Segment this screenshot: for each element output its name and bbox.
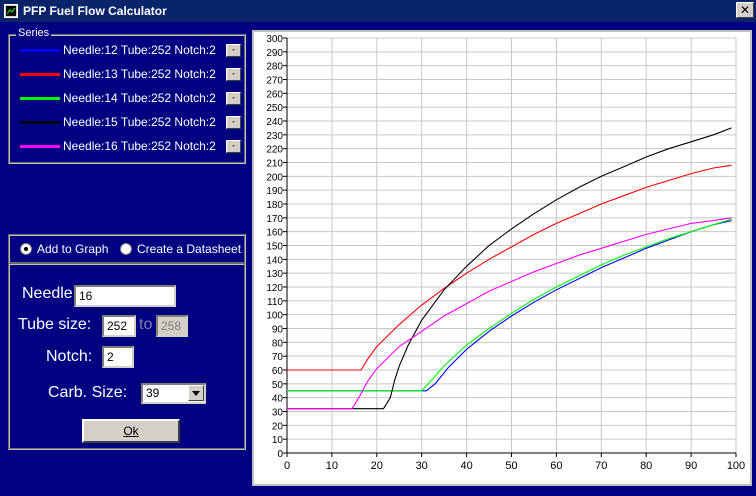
series-item: Needle:15 Tube:252 Notch:2 -: [20, 114, 245, 130]
y-tick-label: 250: [266, 103, 283, 114]
remove-series-button[interactable]: -: [226, 139, 241, 153]
y-tick-label: 110: [267, 297, 283, 308]
carb-size-label: Carb. Size:: [48, 384, 128, 401]
series-line-4: [287, 217, 732, 410]
x-tick-label: 90: [685, 460, 697, 472]
inputs-group: Needle K: 16 Tube size: 252 to 258 Notch…: [8, 263, 246, 450]
create-datasheet-label: Create a Datasheet: [137, 242, 242, 256]
series-label: Needle:15 Tube:252 Notch:2: [63, 115, 216, 129]
y-tick-label: 150: [266, 242, 283, 253]
series-label: Needle:16 Tube:252 Notch:2: [63, 139, 216, 153]
y-tick-label: 240: [266, 117, 283, 128]
y-tick-label: 180: [266, 200, 283, 211]
series-line-swatch: [20, 144, 60, 148]
series-item: Needle:12 Tube:252 Notch:2 -: [20, 42, 245, 58]
radio-selected-icon: [20, 243, 32, 255]
x-tick-label: 100: [727, 460, 745, 472]
series-item: Needle:14 Tube:252 Notch:2 -: [20, 90, 245, 106]
y-tick-label: 120: [266, 283, 283, 294]
mode-group: Add to Graph Create a Datasheet: [8, 234, 246, 264]
y-tick-label: 280: [266, 62, 283, 73]
y-tick-label: 200: [266, 172, 283, 183]
x-tick-label: 10: [326, 460, 338, 472]
y-tick-label: 170: [266, 214, 283, 225]
y-tick-label: 90: [272, 325, 284, 336]
series-label: Needle:13 Tube:252 Notch:2: [63, 67, 216, 81]
y-tick-label: 20: [272, 421, 284, 432]
remove-series-button[interactable]: -: [226, 91, 241, 105]
y-tick-label: 0: [277, 449, 283, 460]
y-tick-label: 160: [266, 228, 283, 239]
series-line-swatch: [20, 72, 60, 76]
add-to-graph-radio[interactable]: Add to Graph: [20, 242, 108, 256]
close-icon: ✕: [739, 3, 751, 17]
x-tick-label: 70: [595, 460, 607, 472]
x-tick-label: 40: [460, 460, 472, 472]
remove-series-button[interactable]: -: [226, 67, 241, 81]
fuel-flow-chart: 0 10 20 30 40 50 60 70 80 90 100 110 120 130 140 150 160…: [252, 30, 752, 486]
app-icon: [4, 4, 18, 18]
carb-size-value: 39: [146, 386, 160, 400]
remove-series-button[interactable]: -: [226, 115, 241, 129]
series-label: Needle:14 Tube:252 Notch:2: [63, 91, 216, 105]
y-tick-label: 190: [266, 186, 283, 197]
remove-series-button[interactable]: -: [226, 43, 241, 57]
series-item: Needle:13 Tube:252 Notch:2 -: [20, 66, 245, 82]
y-tick-label: 60: [272, 366, 284, 377]
y-tick-label: 140: [266, 255, 283, 266]
y-tick-label: 300: [266, 34, 283, 45]
series-line-2: [287, 218, 732, 392]
x-tick-label: 30: [416, 460, 428, 472]
series-group: Series Needle:12 Tube:252 Notch:2 - Need…: [8, 27, 246, 164]
series-line-3: [287, 127, 732, 410]
series-line-0: [287, 220, 732, 392]
y-tick-label: 260: [266, 89, 283, 100]
notch-label: Notch:: [46, 348, 93, 365]
close-button[interactable]: ✕: [736, 2, 754, 18]
tube-size-label: Tube size:: [18, 316, 92, 333]
needle-k-input[interactable]: 16: [74, 285, 176, 307]
y-tick-label: 130: [266, 269, 283, 280]
radio-unselected-icon: [120, 243, 132, 255]
add-to-graph-label: Add to Graph: [37, 242, 109, 256]
y-tick-label: 50: [272, 380, 284, 391]
y-tick-label: 270: [266, 76, 283, 87]
title-bar: PFP Fuel Flow Calculator ✕: [0, 0, 756, 22]
y-tick-label: 40: [272, 394, 284, 405]
window-title: PFP Fuel Flow Calculator: [23, 4, 167, 18]
chevron-down-icon[interactable]: [188, 385, 204, 401]
create-datasheet-radio[interactable]: Create a Datasheet: [120, 242, 241, 256]
carb-size-select[interactable]: 39: [141, 383, 206, 404]
y-tick-label: 100: [266, 311, 283, 322]
ok-button[interactable]: Ok: [82, 419, 180, 443]
series-caption: Series: [16, 27, 52, 39]
y-tick-label: 290: [266, 48, 283, 59]
x-tick-label: 60: [550, 460, 562, 472]
tube-size-input[interactable]: 252: [102, 315, 136, 337]
ok-button-label: Ok: [123, 424, 139, 438]
y-tick-label: 70: [272, 352, 284, 363]
x-tick-label: 0: [284, 460, 290, 472]
y-tick-label: 230: [266, 131, 283, 142]
chart-svg: 0102030405060708090100110120130140150160…: [266, 34, 745, 472]
notch-input[interactable]: 2: [102, 346, 134, 368]
y-tick-label: 210: [266, 159, 283, 170]
y-tick-label: 10: [272, 435, 284, 446]
y-tick-label: 220: [266, 145, 283, 156]
series-label: Needle:12 Tube:252 Notch:2: [63, 43, 216, 57]
series-line-swatch: [20, 48, 60, 52]
series-line-1: [287, 164, 732, 371]
series-item: Needle:16 Tube:252 Notch:2 -: [20, 138, 245, 154]
x-tick-label: 80: [640, 460, 652, 472]
x-tick-label: 20: [371, 460, 383, 472]
series-line-swatch: [20, 120, 60, 124]
tube-size-to-input[interactable]: 258: [156, 315, 188, 337]
series-line-swatch: [20, 96, 60, 100]
y-tick-label: 80: [272, 338, 284, 349]
tube-to-label: to: [139, 316, 153, 333]
x-tick-label: 50: [505, 460, 517, 472]
y-tick-label: 30: [272, 408, 284, 419]
